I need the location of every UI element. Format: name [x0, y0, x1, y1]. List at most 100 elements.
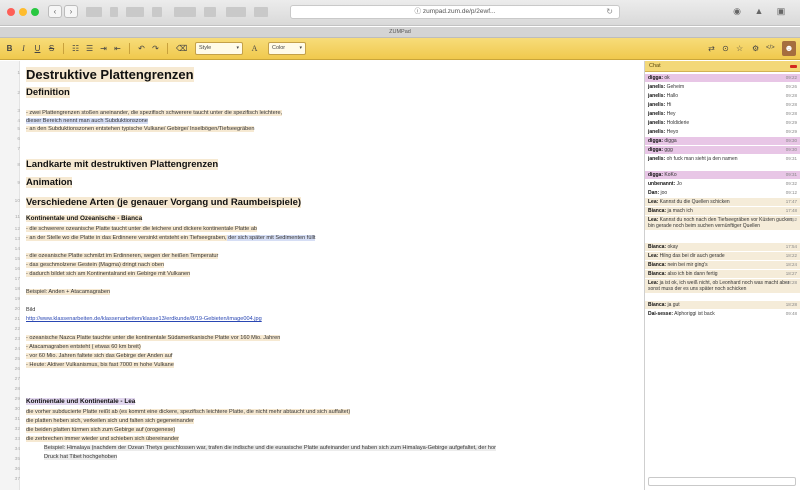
chat-time: 17:54 [785, 244, 797, 249]
line-number: 31 [14, 417, 20, 422]
chat-author: Bianca: [648, 244, 667, 250]
indent-button[interactable]: ⇥ [98, 42, 109, 55]
reload-icon[interactable]: ↻ [606, 6, 613, 18]
chat-message: janelis: Geheim 09:26 [645, 83, 800, 91]
chat-text: Kannst du noch nach den Tiefseegräben vo… [648, 217, 794, 230]
extension-icon[interactable]: ◉ [730, 5, 744, 18]
text-line: - die schwerere ozeanische Platte taucht… [26, 226, 258, 232]
heading-oceanic: Kontinentale und Ozeanische - Bianca [26, 215, 143, 222]
chat-text: joo [660, 190, 668, 196]
embed-code-icon[interactable]: </> [764, 42, 777, 55]
line-number-gutter [0, 61, 20, 490]
chat-time: 09:26 [785, 84, 797, 89]
underline-button[interactable]: U [32, 42, 43, 55]
italic-button[interactable]: I [18, 42, 29, 55]
bookmarks-bar[interactable] [152, 7, 162, 17]
chat-message: Bianca: nein bei mir ging's 18:24 [645, 261, 800, 270]
line-number: 2 [17, 91, 20, 96]
chat-author: janelis: [648, 84, 666, 90]
minimize-window-button[interactable] [19, 8, 27, 16]
bookmarks-bar[interactable] [204, 7, 216, 17]
address-bar[interactable]: ⓘ zumpad.zum.de/p/2ewf... ↻ [290, 5, 620, 19]
tabs-overview-icon[interactable]: ▣ [774, 5, 788, 18]
chat-text: okay [667, 244, 679, 250]
chat-message: Bianca: ja mach ich 17:48 [645, 207, 800, 216]
text-line: die beiden platten türmen sich zum Gebir… [26, 427, 176, 433]
outdent-button[interactable]: ⇤ [112, 42, 123, 55]
chat-author: janelis: [648, 120, 666, 126]
chat-text: ja ist ok, ich weiß nicht, ob Leonhard n… [648, 280, 790, 293]
bookmarks-bar[interactable] [110, 7, 118, 17]
chevron-down-icon: ▾ [299, 45, 302, 51]
timeslider-clock-icon[interactable]: ⊙ [720, 42, 731, 55]
chat-time: 09:29 [785, 120, 797, 125]
zoom-window-button[interactable] [31, 8, 39, 16]
chat-text: ja gut [667, 302, 680, 308]
clear-authorship-eraser-icon[interactable]: ⌫ [174, 42, 189, 55]
line-number: 15 [14, 257, 20, 262]
chat-time: 18:27 [785, 271, 797, 276]
pad-editor[interactable]: 1 2 3 4 5 6 7 8 9 10 11 12 13 14 15 16 1… [0, 61, 644, 490]
tab-zumpad[interactable]: ZUMPad [0, 27, 800, 38]
color-select-label: Color [272, 45, 286, 51]
chat-time: 09:22 [785, 75, 797, 80]
forward-button[interactable]: › [64, 5, 78, 18]
bookmarks-bar[interactable] [86, 7, 102, 17]
chat-input[interactable] [648, 477, 796, 486]
undo-button[interactable]: ↶ [136, 42, 147, 55]
line-number: 24 [14, 347, 20, 352]
chat-text: oh fuck man sieht ja den namen [666, 156, 738, 162]
chat-time: 09:28 [785, 111, 797, 116]
strikethrough-button[interactable]: S [46, 42, 57, 55]
bookmarks-bar[interactable] [126, 7, 144, 17]
users-icon[interactable]: ☻ [782, 41, 796, 56]
chat-text: ggg [664, 147, 673, 153]
bold-button[interactable]: B [4, 42, 15, 55]
close-window-button[interactable] [7, 8, 15, 16]
bookmarks-bar[interactable] [226, 7, 246, 17]
style-select[interactable]: Style ▾ [195, 42, 243, 55]
chat-time: 09:12 [785, 190, 797, 195]
chat-author: digga: [648, 147, 663, 153]
share-icon[interactable]: ▲ [752, 5, 766, 18]
unordered-list-button[interactable]: ☰ [84, 42, 95, 55]
chat-text: Kannst du die Quellen schicken [659, 199, 730, 205]
back-button[interactable]: ‹ [48, 5, 62, 18]
toolbar-divider [167, 43, 168, 54]
chat-time: 09:30 [785, 147, 797, 152]
font-size-button[interactable]: A [249, 42, 260, 55]
line-number: 4 [17, 119, 20, 124]
chat-message: Lea: Kannst du noch nach den Tiefseegräb… [645, 216, 800, 231]
chat-message: Dan: joo 09:12 [645, 189, 800, 197]
chat-time: 18:28 [785, 280, 797, 285]
line-number: 8 [17, 163, 20, 168]
redo-button[interactable]: ↷ [150, 42, 161, 55]
chat-time: 09:31 [785, 156, 797, 161]
text-line: Bild [26, 307, 36, 313]
text-line: - an der Stelle wo die Platte in das Erd… [26, 235, 316, 241]
chat-message: Lea: ja ist ok, ich weiß nicht, ob Leonh… [645, 279, 800, 294]
chat-author: digga: [648, 75, 663, 81]
chat-text: Jo [676, 181, 682, 187]
text-line: - die ozeanische Platte schmilzt im Erdi… [26, 253, 219, 259]
minimize-chat-icon[interactable] [790, 65, 797, 68]
chat-message: digga: ggg 09:30 [645, 146, 800, 155]
saved-revision-star-icon[interactable]: ☆ [734, 42, 745, 55]
bookmarks-bar[interactable] [254, 7, 268, 17]
chat-time: 18:24 [785, 262, 797, 267]
chevron-down-icon: ▾ [236, 45, 239, 51]
text-line: dieser Bereich nennt man auch Subduktion… [26, 118, 148, 124]
chat-message: Bianca: okay 17:54 [645, 243, 800, 252]
chat-message: Bianca: also ich bin dann fertig 18:27 [645, 270, 800, 279]
color-select[interactable]: Color ▾ [268, 42, 306, 55]
settings-gear-icon[interactable]: ⚙ [750, 42, 761, 55]
ordered-list-button[interactable]: ☷ [70, 42, 81, 55]
chat-author: Dan: [648, 190, 660, 196]
text-line: die platten heben sich, verkeilen sich u… [26, 418, 194, 424]
line-number: 30 [14, 407, 20, 412]
import-export-icon[interactable]: ⇄ [706, 42, 717, 55]
image-link[interactable]: http://www.klassenarbeiten.de/klassenarb… [26, 316, 262, 322]
line-number: 25 [14, 357, 20, 362]
line-number: 26 [14, 367, 20, 372]
bookmarks-bar[interactable] [174, 7, 196, 17]
